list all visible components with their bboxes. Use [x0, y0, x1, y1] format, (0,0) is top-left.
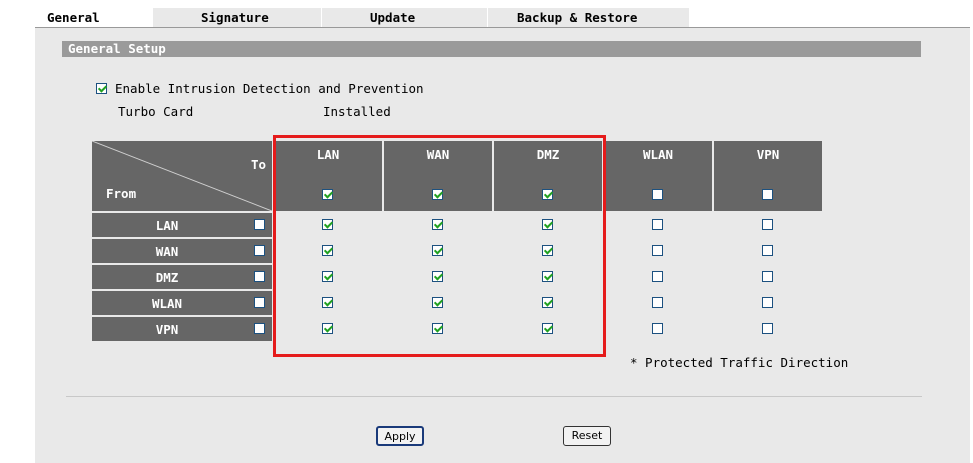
checkbox-vpn-to-wlan[interactable] [652, 323, 663, 334]
matrix-cell [274, 317, 382, 341]
row-label-wlan: WLAN [151, 296, 183, 311]
matrix-cell [714, 291, 822, 315]
matrix-cell [714, 317, 822, 341]
row-checkbox-wlan[interactable] [254, 297, 265, 308]
tab-general[interactable]: General [35, 8, 153, 27]
checkbox-dmz-to-dmz[interactable] [542, 271, 553, 282]
checkbox-vpn-to-wan[interactable] [432, 323, 443, 334]
matrix-cell [494, 291, 602, 315]
checkbox-wan-to-wlan[interactable] [652, 245, 663, 256]
column-label-vpn: VPN [756, 147, 780, 162]
row-label-wan: WAN [155, 244, 179, 259]
checkbox-lan-to-wan[interactable] [432, 219, 443, 230]
reset-button[interactable]: Reset [563, 426, 611, 446]
matrix-cell [274, 265, 382, 289]
checkbox-lan-to-dmz[interactable] [542, 219, 553, 230]
row-checkbox-lan[interactable] [254, 219, 265, 230]
checkbox-wan-to-wan[interactable] [432, 245, 443, 256]
column-label-lan: LAN [316, 147, 340, 162]
matrix-cell [604, 317, 712, 341]
column-header-wan: WAN [384, 141, 492, 211]
to-label: To [250, 157, 266, 172]
column-label-wlan: WLAN [642, 147, 674, 162]
row-header-lan: LAN [92, 213, 272, 237]
matrix-cell [604, 213, 712, 237]
column-checkbox-wlan[interactable] [652, 189, 663, 200]
matrix-cell [384, 239, 492, 263]
column-checkbox-dmz[interactable] [542, 189, 553, 200]
turbo-card-label: Turbo Card [118, 104, 194, 119]
matrix-cell [274, 213, 382, 237]
checkbox-dmz-to-vpn[interactable] [762, 271, 773, 282]
checkbox-lan-to-vpn[interactable] [762, 219, 773, 230]
checkbox-dmz-to-wan[interactable] [432, 271, 443, 282]
matrix-cell [604, 239, 712, 263]
tab-signature[interactable]: Signature [153, 8, 321, 27]
matrix-cell [714, 265, 822, 289]
checkbox-wlan-to-dmz[interactable] [542, 297, 553, 308]
tab-backup-restore[interactable]: Backup & Restore [487, 8, 689, 27]
column-checkbox-lan[interactable] [322, 189, 333, 200]
matrix-cell [494, 213, 602, 237]
from-label: From [106, 186, 137, 201]
matrix-cell [274, 291, 382, 315]
column-header-vpn: VPN [714, 141, 822, 211]
row-header-wlan: WLAN [92, 291, 272, 315]
divider [66, 396, 922, 397]
checkbox-vpn-to-lan[interactable] [322, 323, 333, 334]
column-checkbox-vpn[interactable] [762, 189, 773, 200]
matrix-cell [384, 265, 492, 289]
section-title: General Setup [68, 41, 166, 56]
column-header-wlan: WLAN [604, 141, 712, 211]
row-checkbox-vpn[interactable] [254, 323, 265, 334]
corner-header: To From [92, 141, 272, 211]
checkbox-lan-to-wlan[interactable] [652, 219, 663, 230]
section-header: General Setup [62, 41, 921, 57]
checkbox-lan-to-lan[interactable] [322, 219, 333, 230]
matrix-cell [384, 291, 492, 315]
row-checkbox-dmz[interactable] [254, 271, 265, 282]
matrix-cell [604, 291, 712, 315]
column-label-dmz: DMZ [536, 147, 560, 162]
matrix-cell [604, 265, 712, 289]
row-label-lan: LAN [155, 218, 179, 233]
checkbox-wan-to-vpn[interactable] [762, 245, 773, 256]
matrix-cell [494, 239, 602, 263]
row-header-dmz: DMZ [92, 265, 272, 289]
column-label-wan: WAN [426, 147, 450, 162]
row-header-vpn: VPN [92, 317, 272, 341]
checkbox-wlan-to-wan[interactable] [432, 297, 443, 308]
checkbox-vpn-to-vpn[interactable] [762, 323, 773, 334]
tab-update[interactable]: Update [321, 8, 487, 27]
matrix-cell [384, 317, 492, 341]
matrix-cell [494, 265, 602, 289]
row-label-dmz: DMZ [155, 270, 179, 285]
matrix-cell [714, 239, 822, 263]
tab-bar: General Signature Update Backup & Restor… [35, 8, 689, 27]
enable-ids-label: Enable Intrusion Detection and Preventio… [115, 81, 424, 96]
matrix-cell [714, 213, 822, 237]
checkbox-dmz-to-lan[interactable] [322, 271, 333, 282]
column-header-dmz: DMZ [494, 141, 602, 211]
column-checkbox-wan[interactable] [432, 189, 443, 200]
row-label-vpn: VPN [155, 322, 179, 337]
matrix-cell [274, 239, 382, 263]
row-checkbox-wan[interactable] [254, 245, 265, 256]
checkbox-vpn-to-dmz[interactable] [542, 323, 553, 334]
checkbox-wan-to-dmz[interactable] [542, 245, 553, 256]
enable-ids-row: Enable Intrusion Detection and Preventio… [96, 81, 424, 96]
enable-ids-checkbox[interactable] [96, 83, 107, 94]
apply-button[interactable]: Apply [376, 426, 424, 446]
row-header-wan: WAN [92, 239, 272, 263]
checkbox-wlan-to-vpn[interactable] [762, 297, 773, 308]
matrix-cell [384, 213, 492, 237]
turbo-card-value: Installed [323, 104, 391, 119]
checkbox-wlan-to-wlan[interactable] [652, 297, 663, 308]
checkbox-wlan-to-lan[interactable] [322, 297, 333, 308]
checkbox-dmz-to-wlan[interactable] [652, 271, 663, 282]
protected-traffic-note: * Protected Traffic Direction [630, 355, 849, 370]
matrix-cell [494, 317, 602, 341]
checkbox-wan-to-lan[interactable] [322, 245, 333, 256]
column-header-lan: LAN [274, 141, 382, 211]
